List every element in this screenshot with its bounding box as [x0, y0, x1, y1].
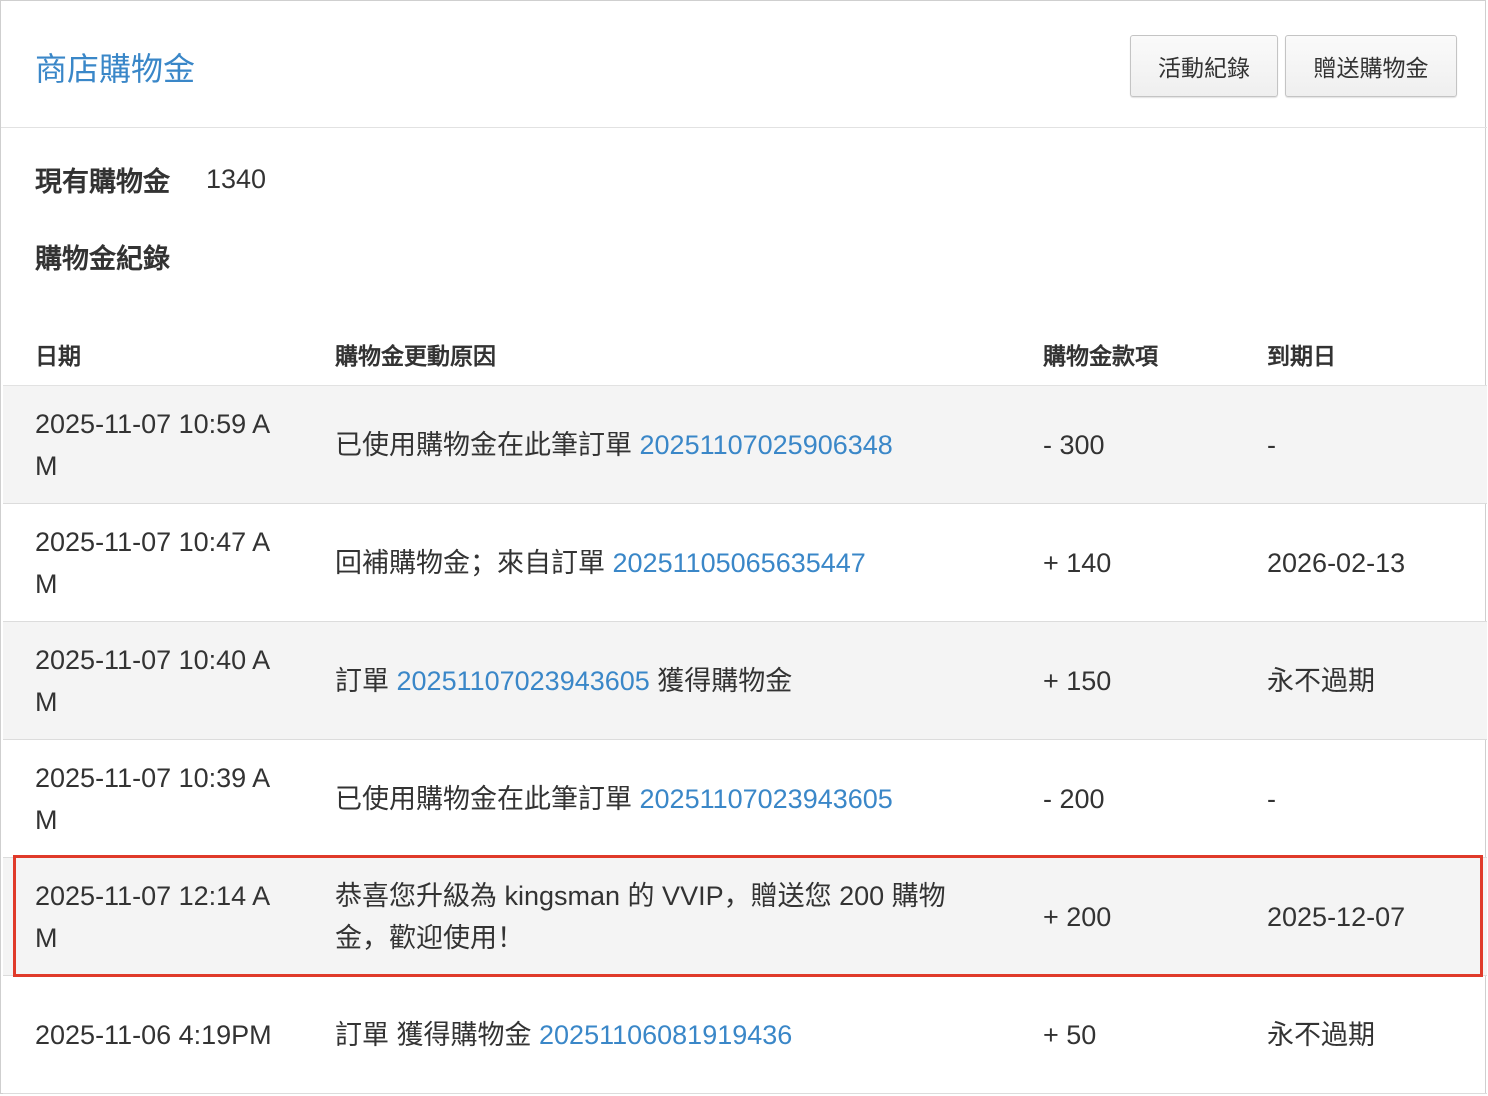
row-expiry: - — [1267, 783, 1276, 814]
row-amount: - 200 — [1043, 783, 1105, 814]
records-title: 購物金紀錄 — [35, 244, 170, 274]
store-credit-panel: 商店購物金 活動紀錄 贈送購物金 現有購物金 1340 購物金紀錄 日期 購物金… — [0, 0, 1487, 1094]
row-reason-text: 已使用購物金在此筆訂單 20251107023943605 — [335, 778, 893, 820]
reason-text: 訂單 獲得購物金 — [335, 1019, 540, 1050]
row-reason: 已使用購物金在此筆訂單 20251107023943605 — [335, 740, 975, 857]
panel-header: 商店購物金 活動紀錄 贈送購物金 — [1, 1, 1487, 128]
order-link[interactable]: 20251107023943605 — [640, 784, 893, 814]
row-reason: 回補購物金；來自訂單 20251105065635447 — [335, 504, 975, 621]
row-amount: - 300 — [1043, 429, 1105, 460]
row-amount: + 150 — [1043, 665, 1112, 696]
row-reason: 已使用購物金在此筆訂單 20251107025906348 — [335, 386, 975, 503]
order-link[interactable]: 20251105065635447 — [613, 548, 866, 578]
column-header-expiry: 到期日 — [1267, 343, 1336, 369]
credit-records-table: 日期 購物金更動原因 購物金款項 到期日 2025-11-07 10:59 AM… — [3, 317, 1487, 1094]
table-row: 2025-11-07 10:40 AM 訂單 20251107023943605 … — [3, 622, 1487, 740]
gift-credit-button[interactable]: 贈送購物金 — [1285, 35, 1457, 97]
table-row: 2025-11-07 10:39 AM 已使用購物金在此筆訂單 202511070… — [3, 740, 1487, 858]
table-row: 2025-11-07 12:14 AM 恭喜您升級為 kingsman 的 VVI… — [3, 858, 1487, 976]
table-row: 2025-11-07 10:47 AM 回補購物金；來自訂單 2025110506… — [3, 504, 1487, 622]
row-expiry: 永不過期 — [1267, 665, 1375, 696]
column-header-date: 日期 — [35, 343, 81, 369]
row-date: 2025-11-07 10:40 AM — [35, 644, 271, 717]
row-expiry: 永不過期 — [1267, 1019, 1375, 1050]
order-link[interactable]: 20251107025906348 — [640, 430, 893, 460]
row-amount: + 50 — [1043, 1019, 1097, 1050]
row-reason: 訂單 20251107023943605 獲得購物金 — [335, 622, 975, 739]
row-date: 2025-11-07 10:39 AM — [35, 762, 271, 835]
reason-text: 訂單 — [335, 665, 397, 696]
column-header-reason: 購物金更動原因 — [335, 343, 496, 369]
reason-text-after: 獲得購物金 — [649, 665, 793, 696]
activity-log-button[interactable]: 活動紀錄 — [1130, 35, 1278, 97]
table-header: 日期 購物金更動原因 購物金款項 到期日 — [3, 317, 1487, 386]
row-reason-text: 回補購物金；來自訂單 20251105065635447 — [335, 542, 866, 584]
order-link[interactable]: 20251107023943605 — [397, 666, 650, 696]
row-reason: 恭喜您升級為 kingsman 的 VVIP，贈送您 200 購物金，歡迎使用！ — [335, 858, 975, 975]
row-expiry: - — [1267, 429, 1276, 460]
row-reason: 訂單 獲得購物金 20251106081919436 — [335, 976, 975, 1093]
row-reason-text: 恭喜您升級為 kingsman 的 VVIP，贈送您 200 購物金，歡迎使用！ — [335, 875, 975, 959]
balance-label: 現有購物金 — [35, 166, 170, 197]
current-balance: 現有購物金 1340 — [35, 159, 266, 199]
row-expiry: 2025-12-07 — [1267, 901, 1406, 932]
row-expiry: 2026-02-13 — [1267, 547, 1406, 578]
row-reason-text: 已使用購物金在此筆訂單 20251107025906348 — [335, 424, 893, 466]
table-row: 2025-11-06 4:19PM 訂單 獲得購物金 20251106081919… — [3, 976, 1487, 1094]
row-amount: + 200 — [1043, 901, 1112, 932]
row-date: 2025-11-06 4:19PM — [35, 1019, 272, 1050]
row-date: 2025-11-07 12:14 AM — [35, 880, 271, 953]
table-body: 2025-11-07 10:59 AM 已使用購物金在此筆訂單 202511070… — [3, 386, 1487, 1094]
reason-text: 恭喜您升級為 kingsman 的 VVIP，贈送您 200 購物金，歡迎使用！ — [335, 880, 946, 953]
row-date: 2025-11-07 10:59 AM — [35, 408, 271, 481]
column-header-amount: 購物金款項 — [1043, 343, 1158, 369]
balance-value: 1340 — [206, 163, 267, 194]
page-title: 商店購物金 — [35, 51, 196, 87]
row-amount: + 140 — [1043, 547, 1112, 578]
reason-text: 已使用購物金在此筆訂單 — [335, 429, 640, 460]
table-row: 2025-11-07 10:59 AM 已使用購物金在此筆訂單 202511070… — [3, 386, 1487, 504]
row-date: 2025-11-07 10:47 AM — [35, 526, 271, 599]
reason-text: 回補購物金；來自訂單 — [335, 547, 613, 578]
row-reason-text: 訂單 獲得購物金 20251106081919436 — [335, 1014, 792, 1056]
order-link[interactable]: 20251106081919436 — [539, 1020, 792, 1050]
row-reason-text: 訂單 20251107023943605 獲得購物金 — [335, 660, 792, 702]
reason-text: 已使用購物金在此筆訂單 — [335, 783, 640, 814]
